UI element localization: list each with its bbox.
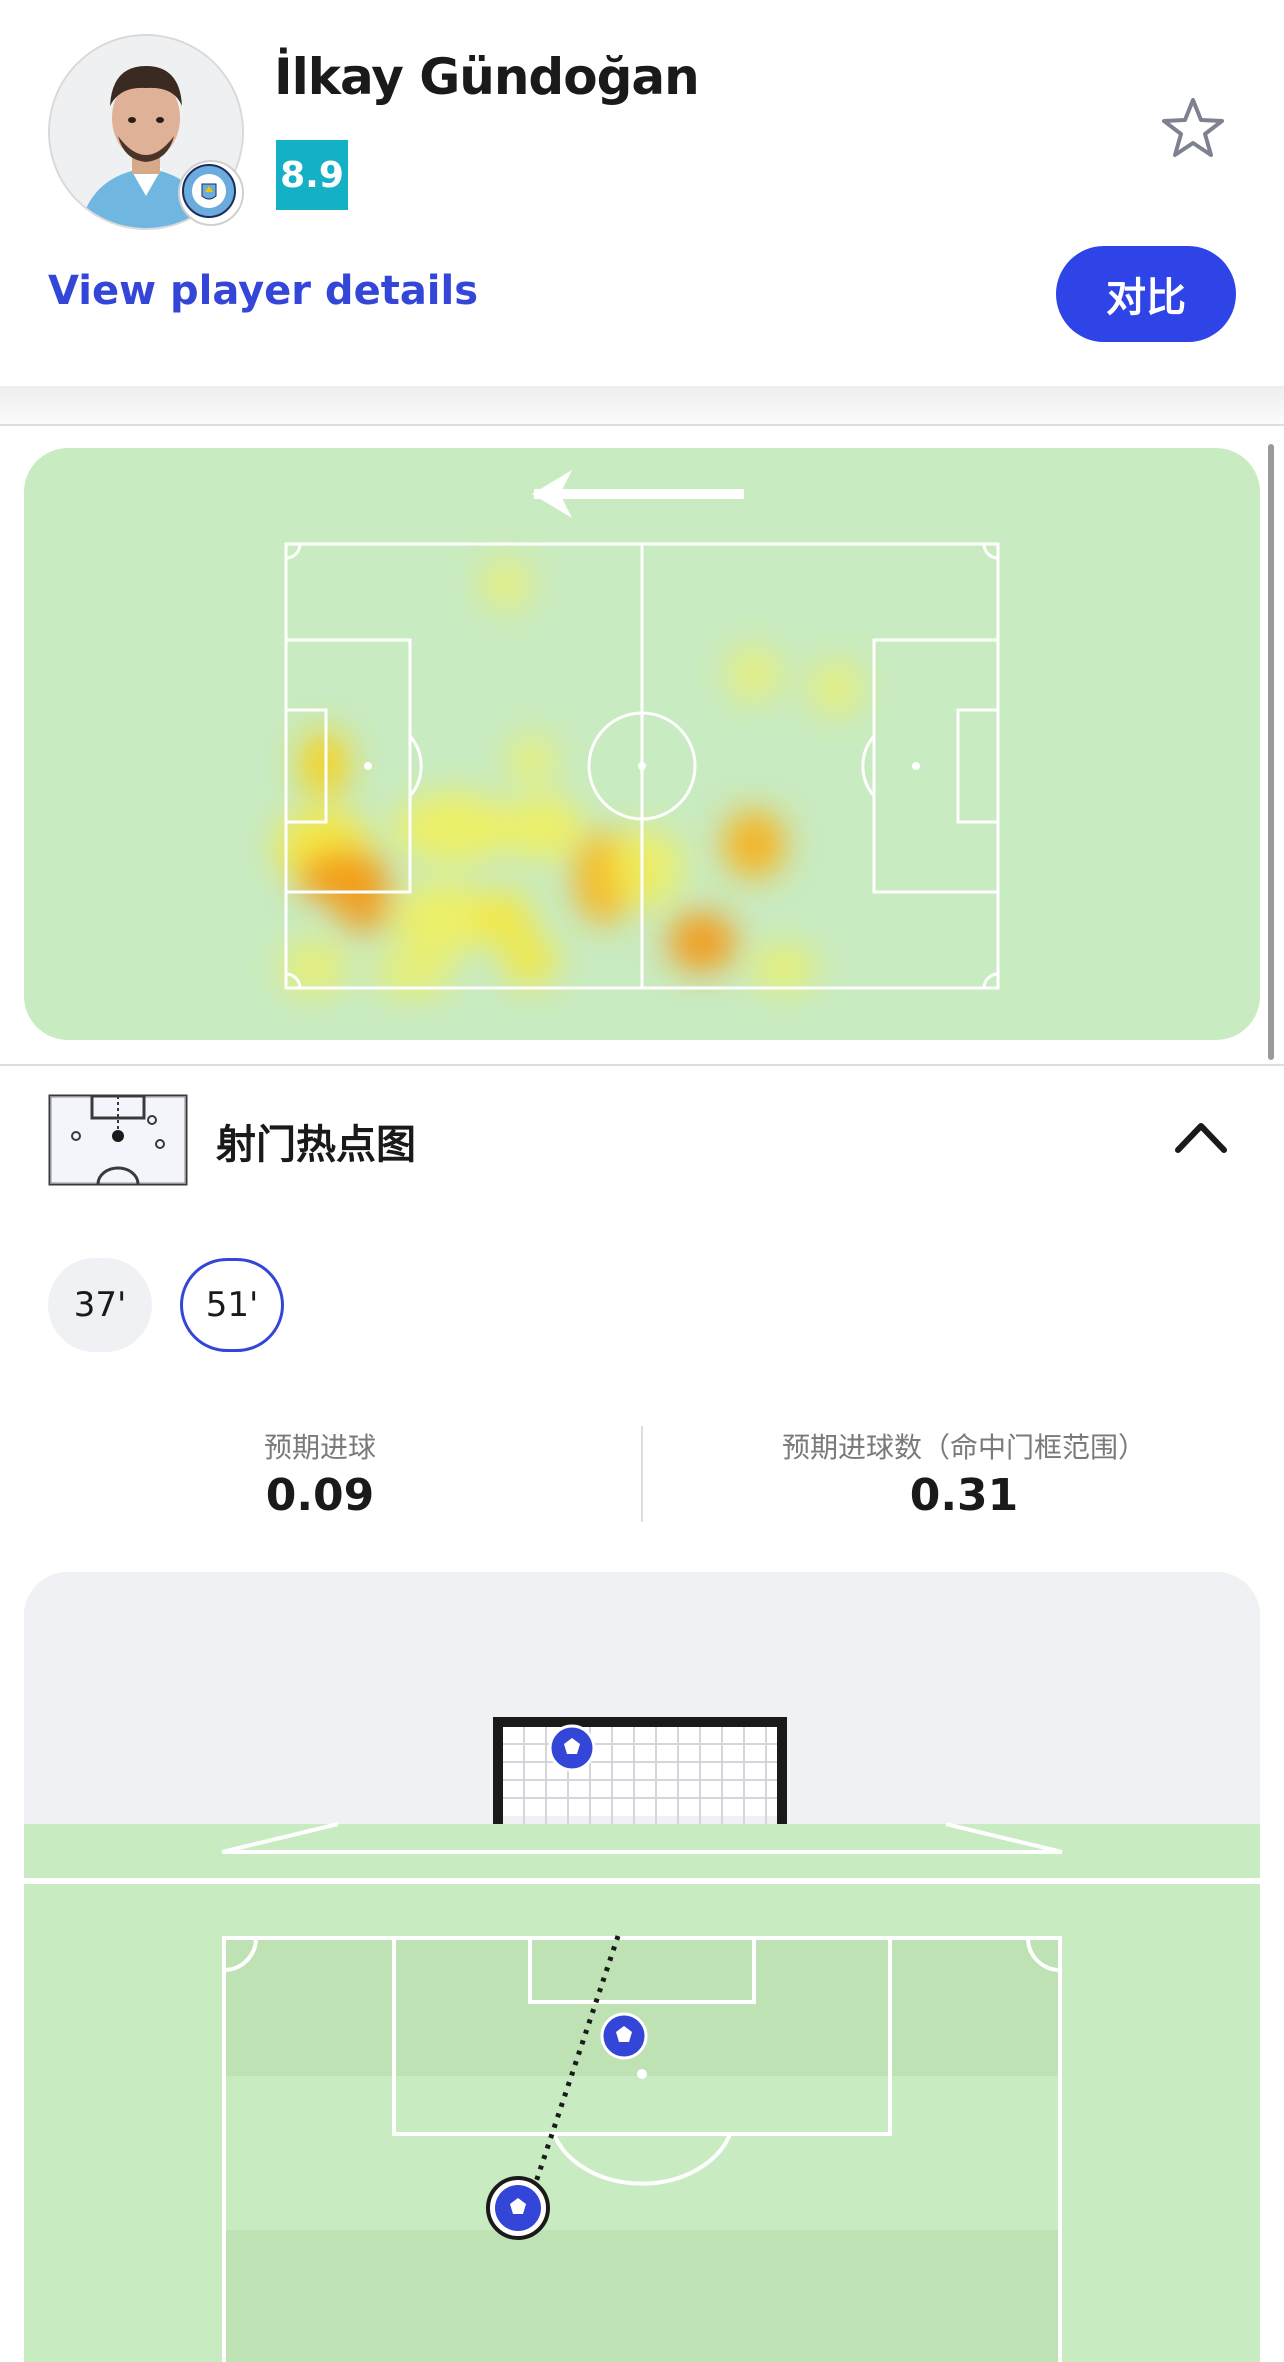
section-divider: [0, 1064, 1284, 1066]
rating-badge: 8.9: [276, 140, 348, 210]
xg-value: 0.09: [265, 1470, 375, 1521]
goal-frame: [493, 1717, 787, 1824]
xgot-value: 0.31: [909, 1470, 1019, 1521]
shot-chip-51[interactable]: 51': [180, 1258, 284, 1352]
favorite-star-icon[interactable]: [1158, 94, 1228, 164]
xgot-label: 预期进球数（命中门框范围）: [781, 1431, 1146, 1464]
compare-button[interactable]: 对比: [1056, 246, 1236, 342]
shot-map-title: 射门热点图: [216, 1122, 416, 1168]
heat-zones: [276, 558, 864, 998]
stat-separator: [641, 1426, 643, 1522]
heatmap-card: [24, 448, 1260, 1040]
soccer-ball-icon[interactable]: [548, 1724, 596, 1772]
soccer-ball-icon[interactable]: [600, 2012, 648, 2060]
shot-chip-37[interactable]: 37': [48, 1258, 152, 1352]
view-player-details-link[interactable]: View player details: [48, 268, 478, 314]
club-badge-icon: [178, 160, 244, 226]
shot-map-icon: [48, 1092, 188, 1188]
header-divider: [0, 386, 1284, 426]
soccer-ball-icon[interactable]: [486, 2176, 550, 2240]
scrollbar[interactable]: [1268, 444, 1274, 1060]
player-name: İlkay Gündoğan: [274, 48, 700, 106]
shot-map-card: [24, 1572, 1260, 2362]
heatmap-pitch: [276, 470, 1000, 998]
shot-map-pitch: [24, 1572, 1260, 2362]
arrow-left-icon: [532, 470, 744, 518]
chevron-up-icon[interactable]: [1166, 1108, 1236, 1168]
xg-label: 预期进球: [263, 1431, 376, 1464]
